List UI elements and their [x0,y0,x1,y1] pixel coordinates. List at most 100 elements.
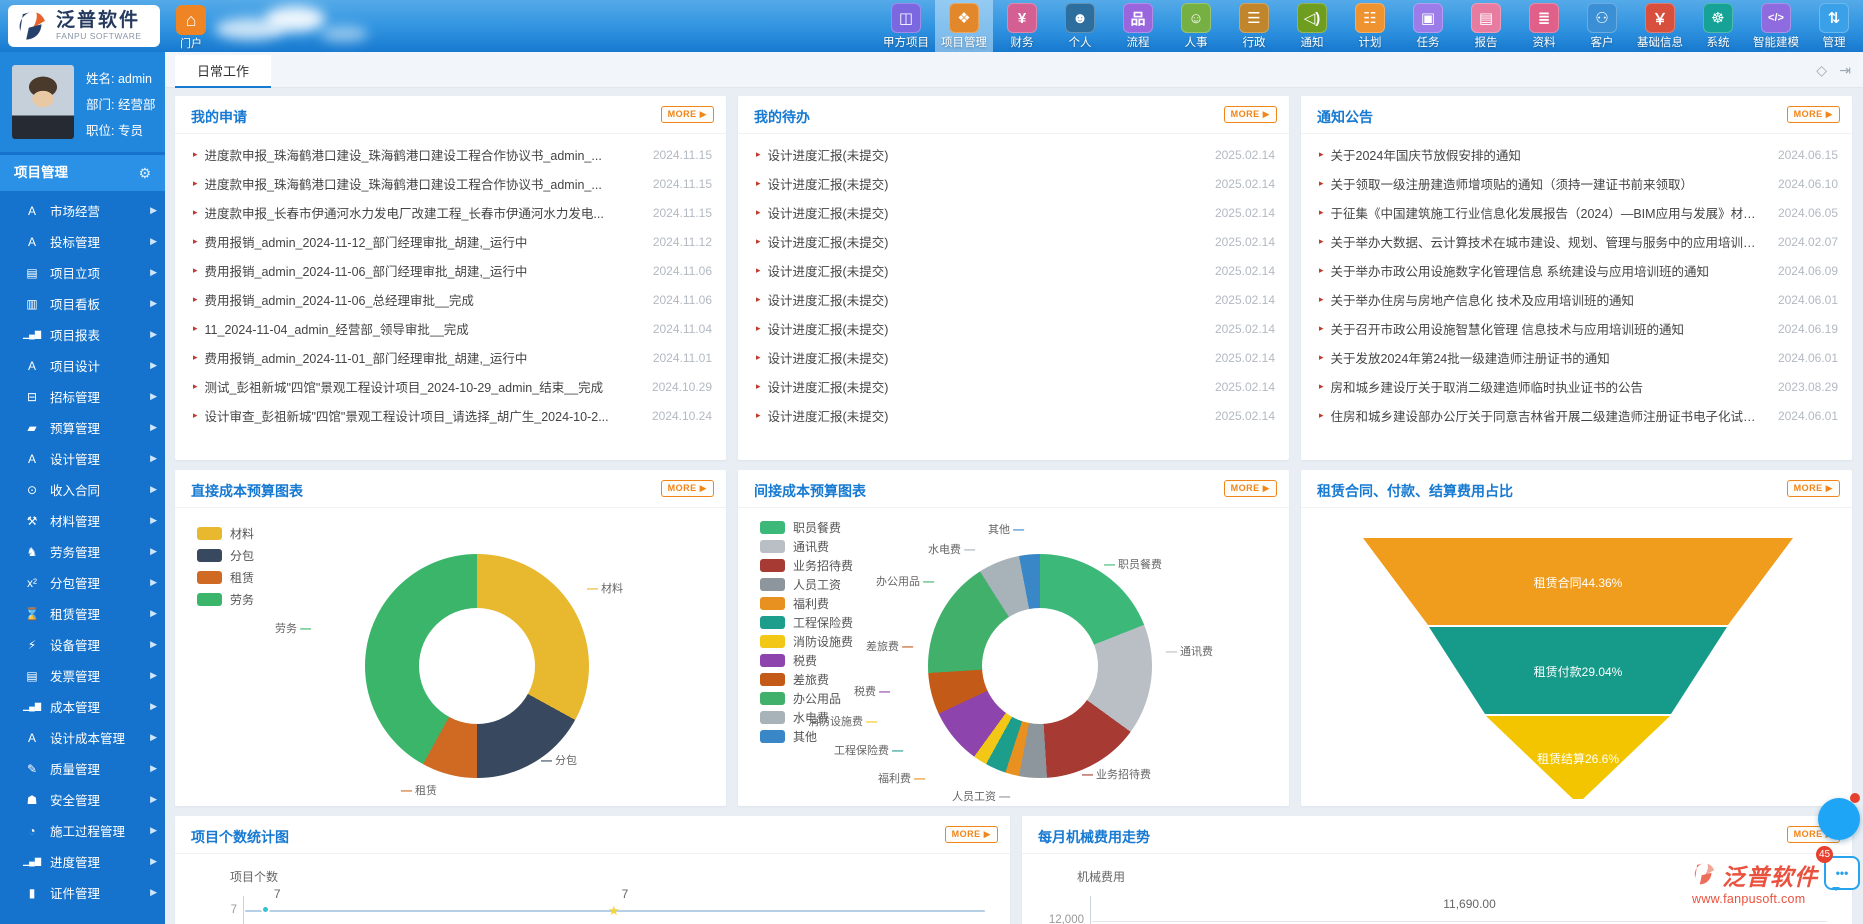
list-item[interactable]: ▸设计审查_彭祖新城"四馆"景观工程设计项目_请选择_胡广生_2024-10-2… [175,401,726,430]
sidebar-item-设备管理[interactable]: ⚡设备管理▶ [0,629,165,660]
nav-item-base-info[interactable]: ￥基础信息 [1631,0,1689,52]
list-item[interactable]: ▸进度款申报_珠海鹤港口建设_珠海鹤港口建设工程合作协议书_admin_...2… [175,140,726,169]
list-item[interactable]: ▸设计进度汇报(未提交)2025.02.14 [738,314,1289,343]
sidebar-item-设计管理[interactable]: A设计管理▶ [0,443,165,474]
sidebar-item-预算管理[interactable]: ▰预算管理▶ [0,412,165,443]
sidebar-item-市场经营[interactable]: A市场经营▶ [0,195,165,226]
nav-item-workflow[interactable]: 品流程 [1109,0,1167,52]
funnel-segment[interactable]: 租赁付款29.04% [1429,627,1727,714]
legend-item[interactable]: 劳务 [197,588,254,610]
nav-item-administration[interactable]: ☰行政 [1225,0,1283,52]
sidebar-item-投标管理[interactable]: A投标管理▶ [0,226,165,257]
funnel-segment[interactable]: 租赁合同44.36% [1363,538,1793,625]
list-item[interactable]: ▸关于举办大数据、云计算技术在城市建设、规划、管理与服务中的应用培训班...20… [1301,227,1852,256]
legend-item[interactable]: 消防设施费 [760,632,853,651]
list-item[interactable]: ▸关于举办住房与房地产信息化 技术及应用培训班的通知2024.06.01 [1301,285,1852,314]
list-item[interactable]: ▸设计进度汇报(未提交)2025.02.14 [738,227,1289,256]
list-item[interactable]: ▸11_2024-11-04_admin_经营部_领导审批__完成2024.11… [175,314,726,343]
nav-item-client-project[interactable]: ◫甲方项目 [877,0,935,52]
nav-item-system[interactable]: ☸系统 [1689,0,1747,52]
list-item[interactable]: ▸关于举办市政公用设施数字化管理信息 系统建设与应用培训班的通知2024.06.… [1301,256,1852,285]
nav-item-customer[interactable]: ⚇客户 [1573,0,1631,52]
sidebar-item-项目看板[interactable]: ▥项目看板▶ [0,288,165,319]
list-item[interactable]: ▸设计进度汇报(未提交)2025.02.14 [738,169,1289,198]
list-item[interactable]: ▸设计进度汇报(未提交)2025.02.14 [738,343,1289,372]
legend-item[interactable]: 差旅费 [760,670,853,689]
sidebar-item-发票管理[interactable]: ▤发票管理▶ [0,660,165,691]
nav-item-plan[interactable]: ☷计划 [1341,0,1399,52]
more-button[interactable]: MORE ▶ [661,106,714,123]
avatar[interactable] [12,65,74,139]
sidebar-item-证件管理[interactable]: ▮证件管理▶ [0,877,165,908]
more-button[interactable]: MORE ▶ [1224,480,1277,497]
more-button[interactable]: MORE ▶ [1224,106,1277,123]
list-item[interactable]: ▸费用报销_admin_2024-11-06_部门经理审批_胡建,_运行中202… [175,256,726,285]
list-item[interactable]: ▸关于召开市政公用设施智慧化管理 信息技术与应用培训班的通知2024.06.19 [1301,314,1852,343]
list-item[interactable]: ▸设计进度汇报(未提交)2025.02.14 [738,285,1289,314]
sidebar-item-项目报表[interactable]: ▁▄▇项目报表▶ [0,319,165,350]
sidebar-item-施工过程管理[interactable]: ◔施工过程管理▶ [0,815,165,846]
sidebar-item-招标管理[interactable]: ⊟招标管理▶ [0,381,165,412]
list-item[interactable]: ▸设计进度汇报(未提交)2025.02.14 [738,198,1289,227]
collapse-icon[interactable]: ◇ [1816,62,1827,79]
sidebar-item-材料管理[interactable]: ⚒材料管理▶ [0,505,165,536]
list-item[interactable]: ▸关于发放2024年第24批一级建造师注册证书的通知2024.06.01 [1301,343,1852,372]
more-button[interactable]: MORE ▶ [1787,480,1840,497]
legend-item[interactable]: 福利费 [760,594,853,613]
list-item[interactable]: ▸费用报销_admin_2024-11-12_部门经理审批_胡建,_运行中202… [175,227,726,256]
list-item[interactable]: ▸房和城乡建设厅关于取消二级建造师临时执业证书的公告2023.08.29 [1301,372,1852,401]
list-item[interactable]: ▸住房和城乡建设部办公厅关于同意吉林省开展二级建造师注册证书电子化试点...20… [1301,401,1852,430]
list-item[interactable]: ▸设计进度汇报(未提交)2025.02.14 [738,140,1289,169]
legend-item[interactable]: 办公用品 [760,689,853,708]
list-item[interactable]: ▸进度款申报_珠海鹤港口建设_珠海鹤港口建设工程合作协议书_admin_...2… [175,169,726,198]
more-button[interactable]: MORE ▶ [1787,106,1840,123]
list-item[interactable]: ▸设计进度汇报(未提交)2025.02.14 [738,372,1289,401]
list-item[interactable]: ▸关于2024年国庆节放假安排的通知2024.06.15 [1301,140,1852,169]
legend-item[interactable]: 租赁 [197,566,254,588]
sidebar-item-进度管理[interactable]: ▁▄▇进度管理▶ [0,846,165,877]
list-item[interactable]: ▸进度款申报_长春市伊通河水力发电厂改建工程_长春市伊通河水力发电...2024… [175,198,726,227]
sidebar-item-成本管理[interactable]: ▁▄▇成本管理▶ [0,691,165,722]
nav-item-finance[interactable]: ¥财务 [993,0,1051,52]
legend-item[interactable]: 职员餐费 [760,518,853,537]
legend-item[interactable]: 材料 [197,522,254,544]
legend-item[interactable]: 分包 [197,544,254,566]
data-point-star[interactable]: ★ [608,904,620,917]
more-button[interactable]: MORE ▶ [945,826,998,843]
nav-portal[interactable]: ⌂ 门户 [168,3,214,51]
legend-item[interactable]: 税费 [760,651,853,670]
sidebar-item-安全管理[interactable]: ☗安全管理▶ [0,784,165,815]
nav-item-personal[interactable]: ☻个人 [1051,0,1109,52]
nav-item-task[interactable]: ▣任务 [1399,0,1457,52]
tab-daily-work[interactable]: 日常工作 [175,55,271,88]
list-item[interactable]: ▸费用报销_admin_2024-11-01_部门经理审批_胡建,_运行中202… [175,343,726,372]
legend-item[interactable]: 人员工资 [760,575,853,594]
sidebar-item-设计成本管理[interactable]: A设计成本管理▶ [0,722,165,753]
nav-item-project-management[interactable]: ❖项目管理 [935,0,993,52]
list-item[interactable]: ▸测试_彭祖新城"四馆"景观工程设计项目_2024-10-29_admin_结束… [175,372,726,401]
nav-item-notification[interactable]: ◁)通知 [1283,0,1341,52]
nav-item-report[interactable]: ▤报告 [1457,0,1515,52]
sidebar-item-收入合同[interactable]: ⊙收入合同▶ [0,474,165,505]
funnel-segment[interactable]: 租赁结算26.6% [1486,716,1670,799]
list-item[interactable]: ▸费用报销_admin_2024-11-06_总经理审批__完成2024.11.… [175,285,726,314]
sidebar-item-质量管理[interactable]: ✎质量管理▶ [0,753,165,784]
nav-item-smart-modeling[interactable]: </>智能建模 [1747,0,1805,52]
sidebar-item-租赁管理[interactable]: ⌛租赁管理▶ [0,598,165,629]
sidebar-section-project-management[interactable]: 项目管理 ⚙ [0,155,165,191]
sidebar-item-项目设计[interactable]: A项目设计▶ [0,350,165,381]
gear-icon[interactable]: ⚙ [138,155,151,191]
legend-item[interactable]: 工程保险费 [760,613,853,632]
list-item[interactable]: ▸于征集《中国建筑施工行业信息化发展报告（2024）—BIM应用与发展》材料..… [1301,198,1852,227]
more-button[interactable]: MORE ▶ [661,480,714,497]
nav-item-hr[interactable]: ☺人事 [1167,0,1225,52]
sidebar-item-劳务管理[interactable]: ♞劳务管理▶ [0,536,165,567]
list-item[interactable]: ▸设计进度汇报(未提交)2025.02.14 [738,256,1289,285]
legend-item[interactable]: 业务招待费 [760,556,853,575]
sidebar-item-项目立项[interactable]: ▤项目立项▶ [0,257,165,288]
legend-item[interactable]: 通讯费 [760,537,853,556]
list-item[interactable]: ▸设计进度汇报(未提交)2025.02.14 [738,401,1289,430]
sidebar-item-分包管理[interactable]: x²分包管理▶ [0,567,165,598]
nav-item-document[interactable]: ≣资料 [1515,0,1573,52]
expand-icon[interactable]: ⇥ [1839,62,1851,79]
